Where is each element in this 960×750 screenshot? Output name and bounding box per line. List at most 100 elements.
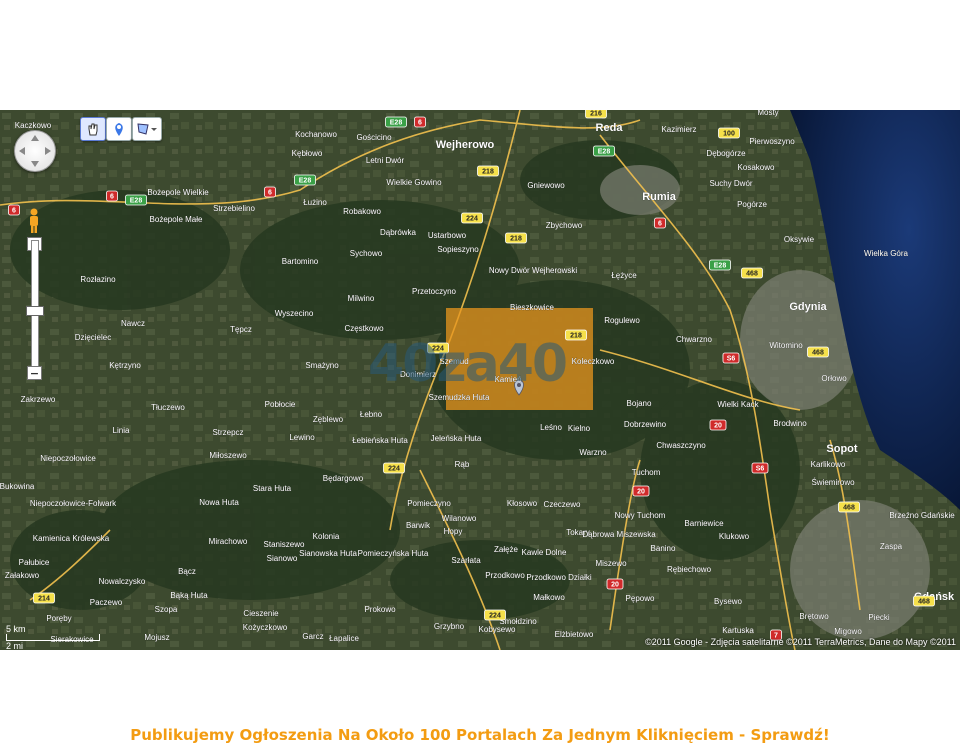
place-label-garcz: Garcz [302, 632, 323, 641]
road-shield-label: E28 [390, 120, 403, 127]
place-label-miloszewo: Miłoszewo [209, 451, 247, 460]
place-label-goscicino: Gościcino [356, 133, 392, 142]
place-label-szarlata: Szarłata [451, 556, 481, 565]
copyright-notice: ©2011 Google - Zdjęcia satelitarne ©2011… [645, 637, 956, 647]
place-label-lapalice: Łapalice [329, 634, 359, 643]
place-label-koleczkowo: Koleczkowo [572, 357, 615, 366]
road-shield-r224a: 224 [461, 212, 483, 224]
place-label-gdynia: Gdynia [789, 301, 827, 313]
place-label-strzebielino: Strzebielino [213, 204, 255, 213]
place-label-lewino: Lewino [289, 433, 315, 442]
place-label-mosty: Mosty [757, 110, 778, 117]
place-label-gniewowo: Gniewowo [527, 181, 565, 190]
place-label-przetoczyno: Przetoczyno [412, 287, 457, 296]
polygon-icon[interactable] [132, 117, 162, 141]
road-shield-label: 468 [812, 350, 824, 357]
place-label-staniszewo: Staniszewo [264, 540, 305, 549]
road-shield-r6e: 6 [654, 217, 666, 229]
road-shield-label: E28 [130, 198, 143, 205]
road-shield-label: 218 [482, 169, 494, 176]
road-shield-label: 468 [746, 271, 758, 278]
place-label-tepcz: Tępcz [230, 325, 252, 334]
place-label-rozlazino: Rozłazino [80, 275, 116, 284]
place-label-miszewo: Miszewo [595, 559, 627, 568]
place-label-klosowo: Kłosowo [507, 499, 538, 508]
place-label-kebiowo: Kębłowo [292, 149, 323, 158]
satellite-map[interactable]: Kaczkowo Kochanowo Gościcino Wejherowo Reda K… [0, 110, 960, 650]
place-label-letnidwor: Letni Dwór [366, 156, 405, 165]
road-shield-r20c: 20 [606, 578, 624, 590]
road-shield-r218b: 218 [505, 232, 527, 244]
place-label-ustarbowo: Ustarbowo [428, 231, 467, 240]
scale-km: 5 km [6, 624, 26, 634]
place-label-elzbietowo: Elżbietowo [555, 630, 594, 639]
place-label-dzieciele: Dzięcielec [75, 333, 111, 342]
place-label-lesno: Leśno [540, 423, 562, 432]
road-shield-label: E28 [299, 178, 312, 185]
road-shield-r6a: 6 [8, 204, 20, 216]
road-shield-label: 218 [510, 236, 522, 243]
place-label-zeblewo: Zęblewo [313, 415, 344, 424]
road-shield-label: 6 [12, 208, 16, 215]
hand-icon[interactable] [80, 117, 106, 141]
zoom-out-button[interactable]: − [27, 366, 42, 380]
place-label-paczewo: Paczewo [90, 598, 123, 607]
promo-banner-link[interactable]: Publikujemy Ogłoszenia Na Około 100 Port… [0, 726, 960, 744]
place-label-hopy: Hopy [444, 527, 463, 536]
road-shield-e28e: E28 [709, 259, 731, 271]
place-label-wielkagora: Wielka Góra [864, 249, 909, 258]
place-label-oksywie: Oksywie [784, 235, 815, 244]
place-label-zalakowo: Załakowo [5, 571, 40, 580]
road-shield-r6c: 6 [264, 186, 276, 198]
zoom-slider-handle[interactable] [26, 306, 44, 316]
place-label-bojano: Bojano [627, 399, 652, 408]
place-label-wejherowo: Wejherowo [436, 139, 495, 151]
place-label-debogorze: Dębogórze [706, 149, 746, 158]
place-label-kielno: Kielno [568, 424, 591, 433]
place-label-szopa: Szopa [155, 605, 178, 614]
place-label-nawcz: Nawcz [121, 319, 145, 328]
place-label-piecki: Piecki [868, 613, 890, 622]
road-shield-label: 224 [466, 216, 478, 223]
road-shield-r468d: 468 [913, 595, 935, 607]
pegman-icon[interactable] [27, 208, 41, 234]
place-label-witomino: Witomino [769, 341, 803, 350]
road-shield-label: 214 [38, 596, 50, 603]
place-label-zbychowo: Zbychowo [546, 221, 583, 230]
road-shield-r6d: 6 [414, 116, 426, 128]
place-label-mojusz: Mojusz [144, 633, 169, 642]
road-shield-label: 6 [268, 190, 272, 197]
road-shield-r224d: 224 [484, 609, 506, 621]
road-shield-s6b: S6 [751, 462, 769, 474]
place-label-przodkowo: Przodkowo [485, 571, 525, 580]
place-label-swiemirowo: Świemirowo [811, 478, 855, 487]
place-label-banino: Banino [651, 544, 676, 553]
place-label-lebno: Łebno [360, 410, 383, 419]
place-label-wielkikack: Wielki Kack [717, 400, 759, 409]
road-shield-e28a: E28 [125, 194, 147, 206]
place-label-linia: Linia [113, 426, 130, 435]
place-label-bieszkowice: Bieszkowice [510, 303, 555, 312]
place-label-dobrzewino: Dobrzewino [624, 420, 667, 429]
place-label-wielkiegowino: Wielkie Gowino [386, 178, 442, 187]
place-label-zakrzewo: Zakrzewo [21, 395, 56, 404]
road-shield-label: 224 [388, 466, 400, 473]
road-shield-label: 20 [611, 582, 619, 589]
place-label-warzno: Warzno [579, 448, 607, 457]
place-label-kartuska: Kartuska [722, 626, 754, 635]
place-label-ciesznie: Cieszenie [243, 609, 279, 618]
zoom-out-label: − [29, 366, 40, 380]
place-label-suchydwor: Suchy Dwór [709, 179, 752, 188]
road-shield-r20b: 20 [632, 485, 650, 497]
place-label-milwino: Milwino [348, 294, 375, 303]
road-shield-label: 20 [637, 489, 645, 496]
place-label-przodkowodzialki: Przodkowo Działki [526, 573, 592, 582]
road-shield-label: 216 [590, 111, 602, 118]
place-label-niepoczfolwark: Niepoczołowice-Folwark [30, 499, 117, 508]
place-label-dabrowamiszewska: Dąbrowa Miszewska [582, 530, 656, 539]
place-label-jelenskahuta: Jeleńska Huta [431, 434, 482, 443]
place-label-barwik: Barwik [406, 521, 431, 530]
pan-circle-icon[interactable] [14, 130, 56, 172]
scale-bar: 5 km 2 mi [6, 624, 100, 650]
marker-icon[interactable] [106, 117, 132, 141]
